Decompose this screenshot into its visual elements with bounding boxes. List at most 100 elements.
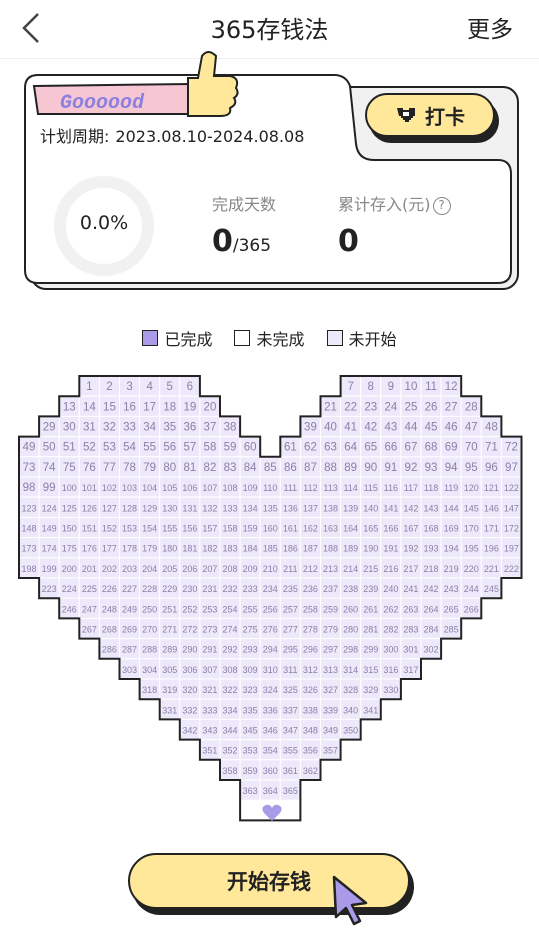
start-saving-button[interactable]: 开始存钱 — [128, 853, 414, 915]
day-number: 82 — [204, 462, 217, 474]
day-number: 345 — [243, 726, 258, 736]
day-number: 74 — [43, 462, 56, 474]
day-number: 203 — [122, 564, 137, 574]
day-number: 193 — [424, 544, 439, 554]
day-number: 216 — [383, 564, 398, 574]
legend-label-missed: 未完成 — [256, 330, 305, 349]
day-number: 160 — [263, 524, 278, 534]
days-value: 0 — [212, 224, 233, 259]
day-number: 97 — [505, 462, 518, 474]
day-number: 109 — [243, 483, 258, 493]
day-number: 326 — [303, 685, 318, 695]
day-number: 102 — [102, 483, 117, 493]
day-number: 60 — [244, 442, 257, 454]
day-number: 57 — [183, 442, 196, 454]
day-number: 80 — [163, 462, 176, 474]
day-number: 104 — [142, 483, 157, 493]
help-icon[interactable]: ? — [432, 196, 451, 215]
day-number: 152 — [102, 524, 117, 534]
day-number: 29 — [43, 422, 56, 434]
day-number: 331 — [162, 705, 177, 715]
day-number: 258 — [303, 604, 318, 614]
day-number: 66 — [384, 442, 397, 454]
day-number: 56 — [163, 442, 176, 454]
day-number: 272 — [182, 625, 197, 635]
day-number: 71 — [485, 442, 498, 454]
day-number: 353 — [243, 746, 258, 756]
day-number: 12 — [445, 381, 458, 393]
day-number: 16 — [123, 401, 136, 413]
day-number: 17 — [143, 401, 156, 413]
day-number: 4 — [146, 381, 153, 393]
day-number: 51 — [63, 442, 76, 454]
day-number: 317 — [403, 665, 418, 675]
days-total: 365 — [238, 236, 272, 256]
day-grid-heart: 1 2 3 4 5 613 14 15 16 17 18 19 2029 30 31 32 33 34 35 36 37… — [18, 375, 523, 822]
day-number: 284 — [424, 625, 439, 635]
day-number: 185 — [263, 544, 278, 554]
day-number: 84 — [244, 462, 257, 474]
day-number: 46 — [445, 422, 458, 434]
legend-item-notstarted: 未开始 — [326, 326, 397, 350]
day-number: 195 — [464, 544, 479, 554]
day-number: 364 — [263, 786, 278, 796]
day-number: 267 — [82, 625, 97, 635]
day-number: 239 — [363, 584, 378, 594]
checkin-button[interactable]: 打卡 — [365, 93, 499, 143]
day-number: 211 — [283, 564, 297, 574]
day-number: 166 — [383, 524, 398, 534]
day-number: 25 — [405, 401, 418, 413]
day-number: 280 — [343, 625, 358, 635]
day-number: 155 — [162, 524, 177, 534]
day-number: 32 — [103, 422, 116, 434]
day-number: 77 — [103, 462, 116, 474]
day-number: 149 — [42, 524, 57, 534]
day-number: 176 — [82, 544, 97, 554]
legend: 已完成 未完成 未开始 — [0, 326, 539, 350]
day-number: 163 — [323, 524, 338, 534]
day-number: 281 — [363, 625, 378, 635]
day-number: 218 — [424, 564, 439, 574]
day-number: 171 — [484, 524, 499, 534]
day-number: 246 — [62, 604, 77, 614]
day-number: 70 — [465, 442, 478, 454]
day-number: 88 — [324, 462, 337, 474]
day-number: 131 — [182, 503, 197, 513]
day-number: 202 — [102, 564, 117, 574]
day-number: 31 — [83, 422, 96, 434]
day-number: 204 — [142, 564, 157, 574]
plan-period: 计划周期: 2023.08.10-2024.08.08 — [40, 123, 304, 147]
day-number: 327 — [323, 685, 338, 695]
day-number: 133 — [223, 503, 238, 513]
day-number: 110 — [263, 483, 277, 493]
day-number: 113 — [323, 483, 337, 493]
day-number: 205 — [162, 564, 177, 574]
day-number: 161 — [283, 524, 298, 534]
day-number: 256 — [263, 604, 278, 614]
day-number: 225 — [82, 584, 97, 594]
day-number: 49 — [23, 442, 36, 454]
more-button[interactable]: 更多 — [467, 10, 513, 44]
day-number: 277 — [283, 625, 298, 635]
day-number: 164 — [343, 524, 358, 534]
day-number: 358 — [223, 766, 238, 776]
day-number: 72 — [505, 442, 518, 454]
day-number: 297 — [323, 645, 338, 655]
day-number: 249 — [122, 604, 137, 614]
day-number: 321 — [202, 685, 217, 695]
day-number: 215 — [363, 564, 378, 574]
day-number: 232 — [223, 584, 238, 594]
day-number: 26 — [425, 401, 438, 413]
day-number: 214 — [343, 564, 358, 574]
day-number: 172 — [504, 524, 519, 534]
days-label: 完成天数 — [212, 195, 277, 214]
day-number: 138 — [323, 503, 338, 513]
day-number: 175 — [62, 544, 77, 554]
day-number: 42 — [364, 422, 377, 434]
day-number: 299 — [363, 645, 378, 655]
day-number: 35 — [163, 422, 176, 434]
day-number: 350 — [343, 726, 358, 736]
day-number: 235 — [283, 584, 298, 594]
day-number: 14 — [83, 401, 96, 413]
day-number: 127 — [102, 503, 117, 513]
